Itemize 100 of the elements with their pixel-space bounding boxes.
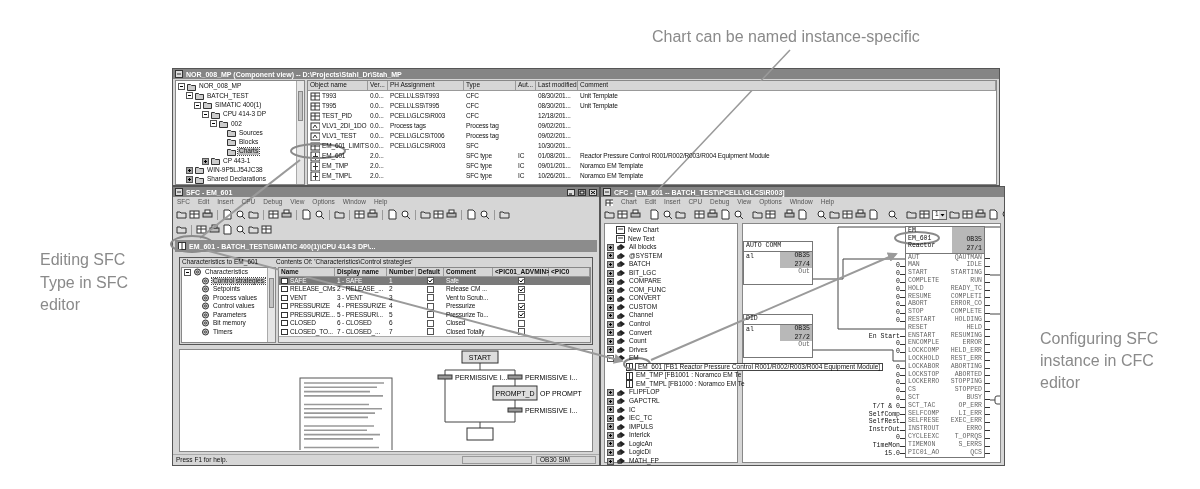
tree-toggle-icon[interactable] bbox=[194, 101, 201, 109]
tree-toggle-icon[interactable] bbox=[186, 166, 193, 174]
scrollbar[interactable] bbox=[279, 336, 590, 342]
transition-bar[interactable] bbox=[507, 374, 523, 380]
tree-toggle-icon[interactable] bbox=[607, 260, 614, 268]
tree-toggle-icon[interactable] bbox=[607, 312, 614, 320]
grid-icon[interactable] bbox=[765, 209, 776, 220]
step-box[interactable] bbox=[492, 385, 538, 401]
tree-toggle-icon[interactable] bbox=[607, 303, 614, 311]
tree-toggle-icon[interactable] bbox=[202, 157, 209, 165]
step-box[interactable] bbox=[466, 427, 494, 441]
folder-icon[interactable] bbox=[420, 209, 431, 220]
tree-toggle-icon[interactable] bbox=[607, 346, 614, 354]
folder-icon[interactable] bbox=[829, 209, 840, 220]
grid-icon[interactable] bbox=[919, 209, 930, 220]
checkbox[interactable] bbox=[517, 319, 525, 327]
checkbox[interactable] bbox=[517, 328, 525, 336]
function-block[interactable] bbox=[905, 226, 985, 458]
checkbox[interactable] bbox=[517, 277, 525, 285]
grid-icon[interactable] bbox=[694, 209, 705, 220]
tree-toggle-icon[interactable] bbox=[202, 111, 209, 119]
zoom-icon[interactable] bbox=[662, 209, 673, 220]
checkbox[interactable] bbox=[426, 311, 434, 319]
checkbox[interactable] bbox=[517, 294, 525, 302]
checkbox[interactable] bbox=[426, 285, 434, 293]
zoom-icon[interactable] bbox=[400, 209, 411, 220]
grid-icon[interactable] bbox=[961, 209, 973, 220]
printer-icon[interactable] bbox=[855, 209, 866, 220]
printer-icon[interactable] bbox=[209, 224, 220, 235]
tree-toggle-icon[interactable] bbox=[607, 295, 614, 303]
checkbox[interactable] bbox=[426, 294, 434, 302]
printer-icon[interactable] bbox=[281, 209, 292, 220]
zoom-icon[interactable] bbox=[887, 209, 898, 220]
grid-icon[interactable] bbox=[196, 224, 207, 235]
maximize-icon[interactable] bbox=[578, 188, 586, 196]
minimize-icon[interactable] bbox=[567, 188, 575, 196]
zoom-icon[interactable] bbox=[816, 209, 827, 220]
transition-bar[interactable] bbox=[437, 374, 453, 380]
page-icon[interactable] bbox=[987, 209, 999, 220]
tree-toggle-icon[interactable] bbox=[178, 83, 185, 91]
grid-icon[interactable] bbox=[433, 209, 444, 220]
grid-icon[interactable] bbox=[842, 209, 853, 220]
checkbox[interactable] bbox=[426, 319, 434, 327]
tree-toggle-icon[interactable] bbox=[607, 286, 614, 294]
tree-toggle-icon[interactable] bbox=[607, 252, 614, 260]
folder-icon[interactable] bbox=[176, 224, 187, 235]
folder-icon[interactable] bbox=[675, 209, 686, 220]
tree-toggle-icon[interactable] bbox=[210, 120, 217, 128]
tree-toggle-icon[interactable] bbox=[607, 423, 614, 431]
checkbox[interactable] bbox=[517, 285, 525, 293]
folder-icon[interactable] bbox=[499, 209, 510, 220]
tree-toggle-icon[interactable] bbox=[184, 268, 191, 276]
tree-toggle-icon[interactable] bbox=[607, 457, 614, 465]
tree-toggle-icon[interactable] bbox=[607, 269, 614, 277]
tree-toggle-icon[interactable] bbox=[607, 414, 614, 422]
folder-icon[interactable] bbox=[248, 209, 259, 220]
tree-toggle-icon[interactable] bbox=[607, 320, 614, 328]
scrollbar[interactable] bbox=[296, 81, 304, 185]
zoom-icon[interactable] bbox=[314, 209, 325, 220]
tree-toggle-icon[interactable] bbox=[186, 176, 193, 184]
page-icon[interactable] bbox=[868, 209, 879, 220]
folder-icon[interactable] bbox=[906, 209, 917, 220]
tree-toggle-icon[interactable] bbox=[607, 431, 614, 439]
zoom-icon[interactable] bbox=[235, 209, 246, 220]
zoom-icon[interactable] bbox=[733, 209, 744, 220]
transition-bar[interactable] bbox=[507, 407, 523, 413]
grid-icon[interactable] bbox=[354, 209, 365, 220]
grid-icon[interactable] bbox=[617, 209, 628, 220]
checkbox[interactable] bbox=[426, 277, 434, 285]
grid-icon[interactable] bbox=[189, 209, 200, 220]
scrollbar[interactable] bbox=[267, 268, 275, 342]
tree-toggle-icon[interactable] bbox=[607, 440, 614, 448]
zoom-icon[interactable] bbox=[235, 224, 246, 235]
printer-icon[interactable] bbox=[202, 209, 213, 220]
page-icon[interactable] bbox=[222, 209, 233, 220]
dropdown-arrow-icon[interactable] bbox=[938, 210, 946, 219]
folder-icon[interactable] bbox=[334, 209, 345, 220]
page-icon[interactable] bbox=[222, 224, 233, 235]
grid-icon[interactable] bbox=[605, 198, 613, 206]
zoom-icon[interactable] bbox=[479, 209, 490, 220]
folder-icon[interactable] bbox=[752, 209, 763, 220]
folder-icon[interactable] bbox=[248, 224, 259, 235]
folder-icon[interactable] bbox=[176, 209, 187, 220]
tree-toggle-icon[interactable] bbox=[607, 243, 614, 251]
tree-toggle-icon[interactable] bbox=[607, 389, 614, 397]
tree-toggle-icon[interactable] bbox=[607, 278, 614, 286]
checkbox[interactable] bbox=[426, 328, 434, 336]
page-icon[interactable] bbox=[649, 209, 660, 220]
tree-toggle-icon[interactable] bbox=[607, 397, 614, 405]
grid-icon[interactable] bbox=[261, 224, 272, 235]
page-icon[interactable] bbox=[301, 209, 312, 220]
tree-toggle-icon[interactable] bbox=[607, 449, 614, 456]
checkbox[interactable] bbox=[517, 311, 525, 319]
checkbox[interactable] bbox=[426, 302, 434, 310]
tree-toggle-icon[interactable] bbox=[607, 329, 614, 337]
tree-toggle-icon[interactable] bbox=[607, 337, 614, 345]
tree-toggle-icon[interactable] bbox=[607, 354, 614, 362]
page-icon[interactable] bbox=[720, 209, 731, 220]
printer-icon[interactable] bbox=[974, 209, 986, 220]
printer-icon[interactable] bbox=[630, 209, 641, 220]
